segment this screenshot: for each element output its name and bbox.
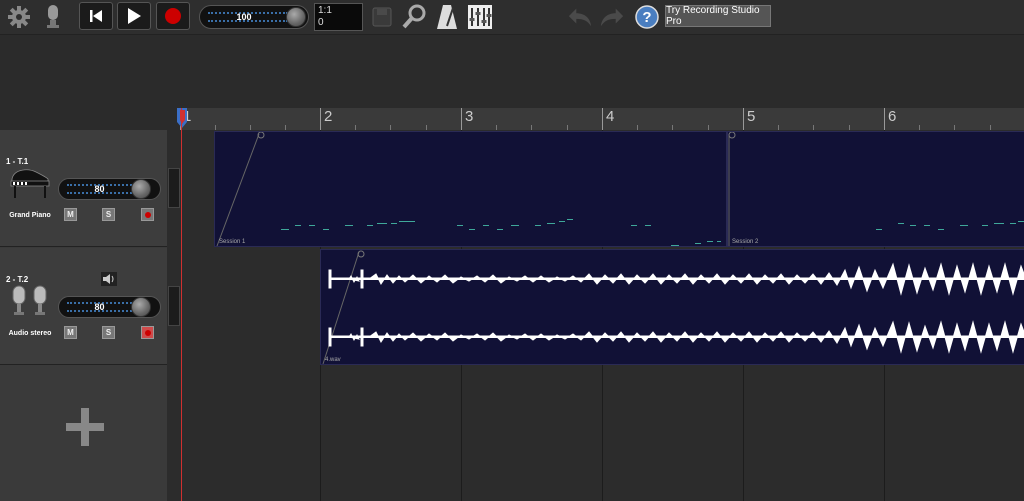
zoom-icon[interactable] (401, 4, 427, 30)
record-arm-button[interactable] (141, 326, 154, 339)
fade-curve (216, 132, 265, 246)
clip-label: Session 2 (732, 239, 759, 245)
track-header[interactable]: 2 - T.2 Audio stereo 80 M S (0, 248, 167, 365)
redo-icon[interactable] (599, 4, 625, 30)
master-volume-knob[interactable] (286, 7, 306, 27)
master-volume-slider[interactable]: 100 (199, 5, 309, 29)
audio-waveform (322, 250, 1024, 364)
track-volume-value: 80 (94, 184, 105, 194)
track-volume-value: 80 (94, 302, 105, 312)
solo-button[interactable]: S (102, 208, 115, 221)
track-volume-slider[interactable]: 80 (58, 296, 161, 318)
microphone-icon[interactable] (40, 4, 66, 30)
rewind-button[interactable] (79, 2, 113, 30)
metronome-icon[interactable] (434, 4, 460, 30)
audio-clip[interactable]: 4.wav (320, 249, 1024, 365)
timeline-ruler[interactable]: 1 2 3 4 5 6 (177, 108, 1024, 131)
fade-curve (728, 132, 736, 246)
skip-back-icon (90, 10, 102, 22)
track-volume-knob[interactable] (131, 179, 151, 199)
play-button[interactable] (117, 2, 151, 30)
bar-number: 6 (888, 108, 897, 125)
playhead-line (181, 108, 182, 501)
mute-button[interactable]: M (64, 208, 77, 221)
bar-number: 5 (747, 108, 756, 125)
track-headers-panel: 1 - T.1 Grand Piano 80 M S 2 - T.2 Audio… (0, 130, 167, 501)
bar-number: 3 (465, 108, 474, 125)
save-icon[interactable] (369, 4, 395, 30)
instrument-label: Grand Piano (9, 212, 51, 219)
clip-label: Session 1 (219, 239, 246, 245)
mute-button[interactable]: M (64, 326, 77, 339)
bar-number: 2 (324, 108, 333, 125)
playhead-marker-icon[interactable] (177, 108, 187, 130)
track-resize-handle[interactable] (168, 168, 180, 208)
settings-gear-icon[interactable] (6, 4, 32, 30)
solo-button[interactable]: S (102, 326, 115, 339)
track-volume-knob[interactable] (131, 297, 151, 317)
track-volume-slider[interactable]: 80 (58, 178, 161, 200)
add-track-icon[interactable] (66, 408, 104, 446)
position-counter: 1:1 0 (314, 3, 363, 31)
arrangement-area[interactable]: Session 1 Session 2 4.wav (180, 130, 1024, 501)
track-name: 1 - T.1 (6, 157, 29, 166)
play-icon (128, 8, 141, 24)
midi-clip[interactable]: Session 2 (727, 131, 1024, 247)
track-resize-handle[interactable] (168, 286, 180, 326)
stereo-microphones-icon (12, 285, 47, 315)
help-icon[interactable]: ? (634, 4, 660, 30)
try-pro-button[interactable]: Try Recording Studio Pro (665, 5, 771, 27)
toolbar: 100 1:1 0 ? Try Recording Studio Pro (0, 0, 1024, 35)
instrument-label: Audio stereo (8, 330, 52, 337)
master-volume-value: 100 (236, 12, 252, 22)
midi-clip[interactable]: Session 1 (214, 131, 727, 247)
ruler-spacer (0, 108, 180, 130)
track-header[interactable]: 1 - T.1 Grand Piano 80 M S (0, 130, 167, 247)
counter-tick: 0 (318, 17, 324, 28)
track-name: 2 - T.2 (6, 275, 29, 284)
record-icon (165, 8, 181, 24)
mixer-icon[interactable] (467, 4, 493, 30)
counter-bar: 1:1 (318, 5, 332, 16)
clip-label: 4.wav (325, 357, 341, 363)
record-button[interactable] (156, 2, 190, 30)
grand-piano-icon (10, 169, 50, 198)
speaker-icon[interactable] (101, 272, 117, 286)
bar-number: 4 (606, 108, 615, 125)
svg-text:?: ? (642, 9, 651, 26)
record-arm-button[interactable] (141, 208, 154, 221)
undo-icon[interactable] (567, 4, 593, 30)
